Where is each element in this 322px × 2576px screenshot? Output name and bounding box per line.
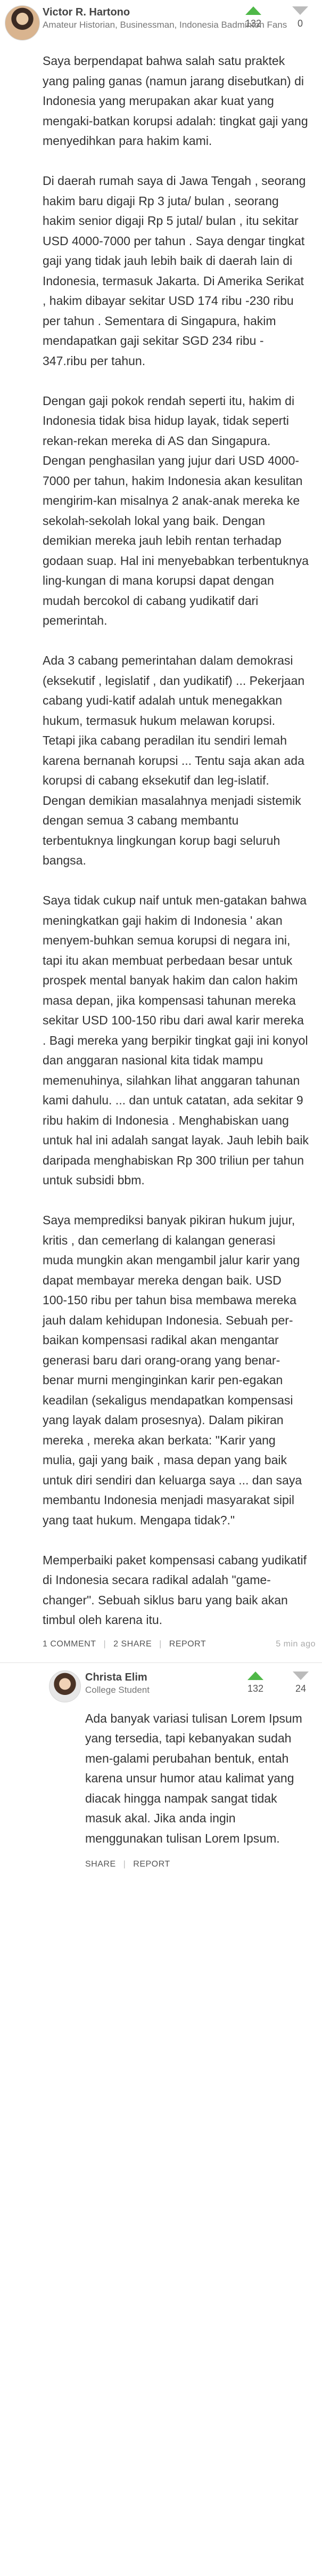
share-button[interactable]: 2 SHARE — [113, 1640, 152, 1649]
reply-downvote-control[interactable]: 24 — [285, 1671, 317, 1694]
reply-author-name[interactable]: Christa Elim — [85, 1670, 150, 1684]
comment-button[interactable]: 1 COMMENT — [43, 1640, 96, 1649]
reply-author-avatar[interactable] — [49, 1670, 81, 1702]
reply-share-button[interactable]: SHARE — [85, 1860, 116, 1869]
report-button[interactable]: REPORT — [169, 1640, 206, 1649]
post-header: Victor R. Hartono Amateur Historian, Bus… — [0, 0, 322, 51]
reply-author-bio: College Student — [85, 1684, 150, 1695]
action-separator: | — [159, 1639, 162, 1649]
post-body: Saya berpendapat bahwa salah satu prakte… — [43, 51, 309, 1630]
downvote-count: 0 — [297, 18, 303, 29]
post-paragraph: Ada 3 cabang pemerintahan dalam demokras… — [43, 653, 305, 867]
reply-upvote-control[interactable]: 132 — [240, 1671, 271, 1694]
post-paragraph: Saya tidak cukup naif untuk men-gatakan … — [43, 893, 309, 1187]
post-actions: 1 COMMENT | 2 SHARE | REPORT 5 min ago — [43, 1633, 322, 1656]
upvote-arrow-icon[interactable] — [245, 6, 261, 15]
reply-report-button[interactable]: REPORT — [133, 1860, 170, 1869]
reply-text: Ada banyak variasi tulisan Lorem Ipsum y… — [85, 1711, 302, 1845]
author-avatar[interactable] — [5, 5, 40, 41]
reply-downvote-count: 24 — [295, 1683, 307, 1694]
reply: Christa Elim College Student 132 24 Ada … — [43, 1663, 322, 1881]
post-timestamp: 5 min ago — [276, 1639, 316, 1649]
upvote-count: 132 — [245, 18, 262, 29]
post-paragraph: Dengan gaji pokok rendah seperti itu, ha… — [43, 393, 309, 628]
post-paragraph: Saya berpendapat bahwa salah satu prakte… — [43, 54, 308, 148]
reply-body: Ada banyak variasi tulisan Lorem Ipsum y… — [85, 1709, 314, 1849]
reply-author-info: Christa Elim College Student — [85, 1670, 150, 1695]
post-paragraph: Saya memprediksi banyak pikiran hukum ju… — [43, 1213, 302, 1527]
action-separator: | — [103, 1639, 106, 1649]
reply-header: Christa Elim College Student 132 24 — [43, 1663, 322, 1709]
downvote-arrow-icon[interactable] — [293, 1671, 309, 1680]
upvote-arrow-icon[interactable] — [247, 1671, 263, 1680]
downvote-arrow-icon[interactable] — [292, 6, 308, 15]
post-paragraph: Memperbaiki paket kompensasi cabang yudi… — [43, 1553, 307, 1627]
reply-actions: SHARE | REPORT — [85, 1848, 322, 1880]
upvote-control[interactable]: 132 — [237, 6, 269, 29]
action-separator: | — [123, 1860, 126, 1869]
post-paragraph: Di daerah rumah saya di Jawa Tengah , se… — [43, 174, 306, 368]
reply-upvote-count: 132 — [247, 1683, 264, 1694]
answer-thread: Victor R. Hartono Amateur Historian, Bus… — [0, 0, 322, 1880]
downvote-control[interactable]: 0 — [284, 6, 316, 29]
